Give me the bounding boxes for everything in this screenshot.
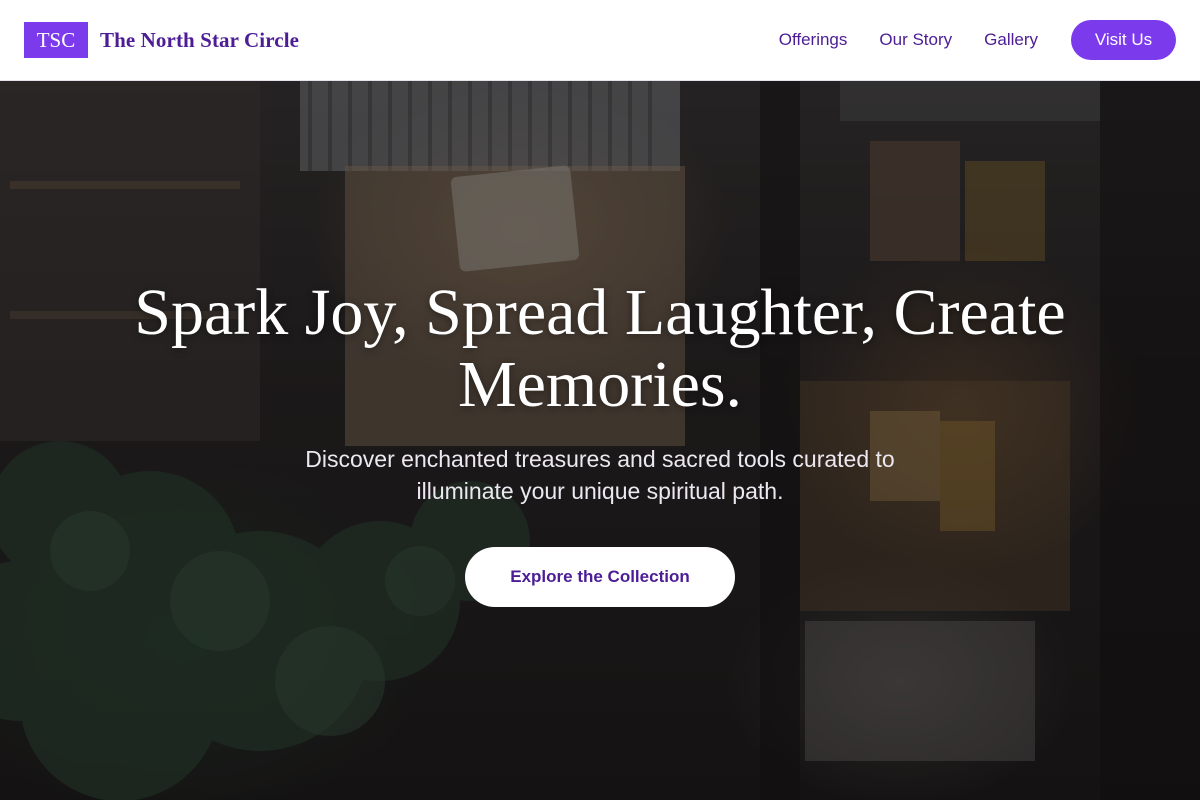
visit-us-button[interactable]: Visit Us: [1071, 20, 1176, 60]
brand-link[interactable]: TSC The North Star Circle: [24, 22, 299, 58]
nav-link-our-story[interactable]: Our Story: [879, 30, 952, 50]
logo: TSC: [24, 22, 88, 58]
site-header: TSC The North Star Circle Offerings Our …: [0, 0, 1200, 81]
hero-content: Spark Joy, Spread Laughter, Create Memor…: [0, 81, 1200, 800]
explore-collection-button[interactable]: Explore the Collection: [465, 547, 735, 607]
main-nav: Offerings Our Story Gallery Visit Us: [779, 20, 1176, 60]
hero-subtitle: Discover enchanted treasures and sacred …: [305, 446, 895, 504]
hero-section: Spark Joy, Spread Laughter, Create Memor…: [0, 81, 1200, 800]
brand-name: The North Star Circle: [100, 27, 300, 52]
nav-link-gallery[interactable]: Gallery: [984, 30, 1038, 50]
hero-headline: Spark Joy, Spread Laughter, Create Memor…: [134, 276, 1066, 421]
nav-link-offerings[interactable]: Offerings: [779, 30, 848, 50]
